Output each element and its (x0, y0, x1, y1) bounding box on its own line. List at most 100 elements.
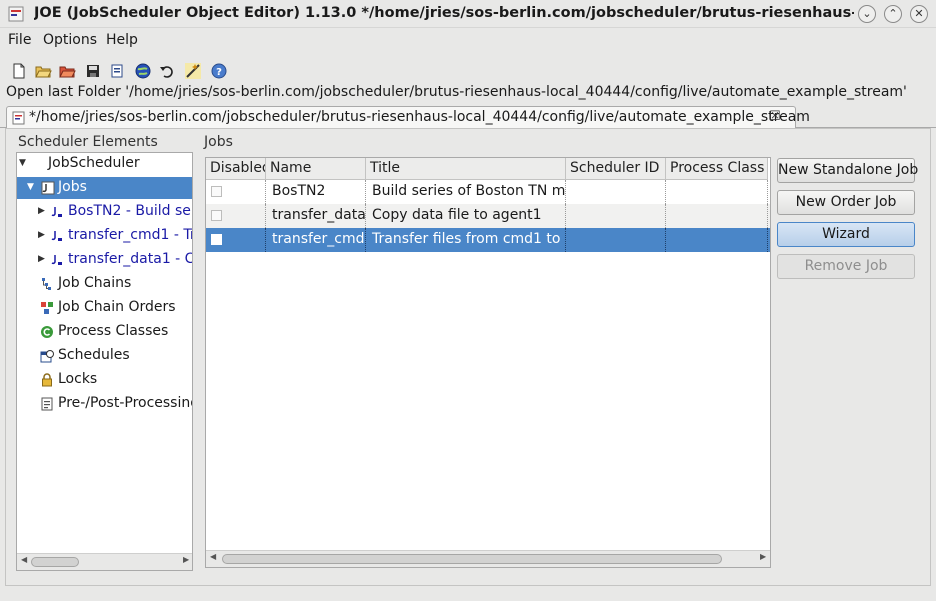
job-chain-orders-icon (41, 302, 53, 314)
tree-item-label: JobScheduler (48, 155, 140, 171)
table-row[interactable]: transfer_cmd1 Transfer files from cmd1 t… (206, 228, 770, 252)
expand-arrow-icon[interactable]: ▼ (19, 158, 26, 168)
tree-item-process-classes[interactable]: Process Classes (17, 321, 192, 343)
menu-file[interactable]: File (8, 32, 31, 48)
column-header-process-class[interactable]: Process Class (666, 158, 768, 180)
wizard-button[interactable]: Wizard (777, 222, 915, 247)
tree-item-transfer-cmd1[interactable]: ▶ transfer_cmd1 - Transfer files from cm… (17, 225, 192, 247)
table-horizontal-scrollbar[interactable]: ◀ ▶ (206, 550, 770, 567)
expand-arrow-icon[interactable]: ▼ (27, 182, 34, 192)
name-cell: transfer_cmd1 (266, 228, 366, 252)
new-order-job-button[interactable]: New Order Job (777, 190, 915, 215)
column-header-disabled[interactable]: Disabled (206, 158, 266, 180)
tree-horizontal-scrollbar[interactable]: ◀ ▶ (17, 553, 192, 570)
scheduler-id-cell (566, 228, 666, 252)
scheduler-id-cell (566, 204, 666, 228)
window-title: JOE (JobScheduler Object Editor) 1.13.0 … (34, 5, 854, 21)
expand-arrow-icon[interactable]: ▶ (38, 254, 45, 264)
tree-item-job-chains[interactable]: Job Chains (17, 273, 192, 295)
scroll-right-icon[interactable]: ▶ (183, 555, 189, 564)
tree-item-jobs[interactable]: ▼ Jobs (17, 177, 192, 199)
scroll-left-icon[interactable]: ◀ (21, 555, 27, 564)
table-row[interactable]: BosTN2 Build series of Boston TN models (206, 180, 770, 204)
svg-text:?: ? (216, 67, 222, 78)
undo-icon[interactable] (158, 62, 176, 80)
tree-item-schedules[interactable]: Schedules (17, 345, 192, 367)
new-file-icon[interactable] (10, 62, 28, 80)
column-header-name[interactable]: Name (266, 158, 366, 180)
tree-item-label: Process Classes (58, 323, 169, 339)
tree-item-label: Locks (58, 371, 98, 387)
help-icon[interactable]: ? (210, 62, 228, 80)
name-cell: transfer_data1 (266, 204, 366, 228)
tree-item-pre-post-processing[interactable]: Pre-/Post-Processing (17, 393, 193, 415)
tree-item-label: Schedules (58, 347, 130, 363)
tree-item-job-chain-orders[interactable]: Job Chain Orders (17, 297, 192, 319)
save-icon[interactable] (84, 62, 102, 80)
tab-label: */home/jries/sos-berlin.com/jobscheduler… (29, 109, 810, 125)
expand-arrow-icon[interactable]: ▶ (38, 206, 45, 216)
jobs-table: Disabled Name Title Scheduler ID Process… (205, 157, 771, 568)
maximize-icon[interactable]: ⌃ (884, 5, 902, 23)
name-cell: BosTN2 (266, 180, 366, 204)
tree-item-label: transfer_cmd1 - Transfer files from cmd1… (68, 227, 192, 243)
column-header-scheduler-id[interactable]: Scheduler ID (566, 158, 666, 180)
table-row[interactable]: transfer_data1 Copy data file to agent1 (206, 204, 770, 228)
tab-close-icon[interactable]: ☒ (769, 109, 781, 124)
menu-help[interactable]: Help (106, 32, 138, 48)
open-live-folder-icon[interactable] (58, 62, 76, 80)
process-class-cell (666, 228, 768, 252)
job-chain-icon (42, 278, 51, 290)
save-as-icon[interactable] (108, 62, 126, 80)
expand-arrow-icon[interactable]: ▶ (38, 230, 45, 240)
disabled-checkbox[interactable] (211, 186, 222, 197)
process-class-cell (666, 180, 768, 204)
tree-item-label: BosTN2 - Build series of Boston TN model… (68, 203, 192, 219)
disabled-checkbox[interactable] (211, 210, 222, 221)
minimize-icon[interactable]: ⌄ (858, 5, 876, 23)
job-node-icon (51, 231, 62, 241)
tree-item-transfer-data1[interactable]: ▶ transfer_data1 - Copy data file to age… (17, 249, 192, 271)
tree-item-locks[interactable]: Locks (17, 369, 192, 391)
scroll-left-icon[interactable]: ◀ (210, 552, 216, 561)
close-icon[interactable]: ✕ (910, 5, 928, 23)
job-node-icon (51, 207, 62, 217)
job-node-icon (51, 255, 62, 265)
wizard-icon[interactable] (184, 62, 202, 80)
tree-item-bostn2[interactable]: ▶ BosTN2 - Build series of Boston TN mod… (17, 201, 192, 223)
scroll-right-icon[interactable]: ▶ (760, 552, 766, 561)
tree-item-jobscheduler[interactable]: ▼ JobScheduler (17, 153, 192, 175)
disabled-checkbox[interactable] (211, 234, 222, 245)
process-class-icon (41, 326, 53, 338)
tree-item-label: Pre-/Post-Processing (58, 395, 193, 411)
scroll-thumb[interactable] (222, 554, 722, 564)
remove-job-button[interactable]: Remove Job (777, 254, 915, 279)
editor-tab-bar: */home/jries/sos-berlin.com/jobscheduler… (0, 106, 936, 129)
open-folder-icon[interactable] (34, 62, 52, 80)
menu-options[interactable]: Options (43, 32, 97, 48)
scroll-thumb[interactable] (31, 557, 79, 567)
process-class-cell (666, 204, 768, 228)
tab-automate-example-stream[interactable]: */home/jries/sos-berlin.com/jobscheduler… (6, 106, 810, 129)
lock-icon (42, 373, 52, 387)
disabled-cell (206, 228, 266, 252)
title-cell: Transfer files from cmd1 to agent (366, 228, 566, 252)
scheduler-elements-label: Scheduler Elements (18, 134, 158, 150)
scheduler-id-cell (566, 180, 666, 204)
document-icon (12, 111, 25, 125)
column-header-title[interactable]: Title (366, 158, 566, 180)
scheduler-elements-tree: ▼ JobScheduler ▼ Jobs ▶ BosTN2 - Build s… (16, 152, 193, 571)
title-cell: Copy data file to agent1 (366, 204, 566, 228)
disabled-cell (206, 180, 266, 204)
menu-bar: File Options Help (0, 29, 936, 53)
tree-item-label: Jobs (58, 179, 87, 195)
open-last-folder-link[interactable]: Open last Folder '/home/jries/sos-berlin… (6, 84, 907, 100)
new-standalone-job-button[interactable]: New Standalone Job (777, 158, 918, 183)
globe-icon[interactable] (134, 62, 152, 80)
title-cell: Build series of Boston TN models (366, 180, 566, 204)
tree-item-label: transfer_data1 - Copy data file to agent… (68, 251, 192, 267)
disabled-cell (206, 204, 266, 228)
toolbar: ? (0, 58, 240, 84)
tree-item-label: Job Chains (58, 275, 132, 291)
job-icon (41, 181, 55, 195)
